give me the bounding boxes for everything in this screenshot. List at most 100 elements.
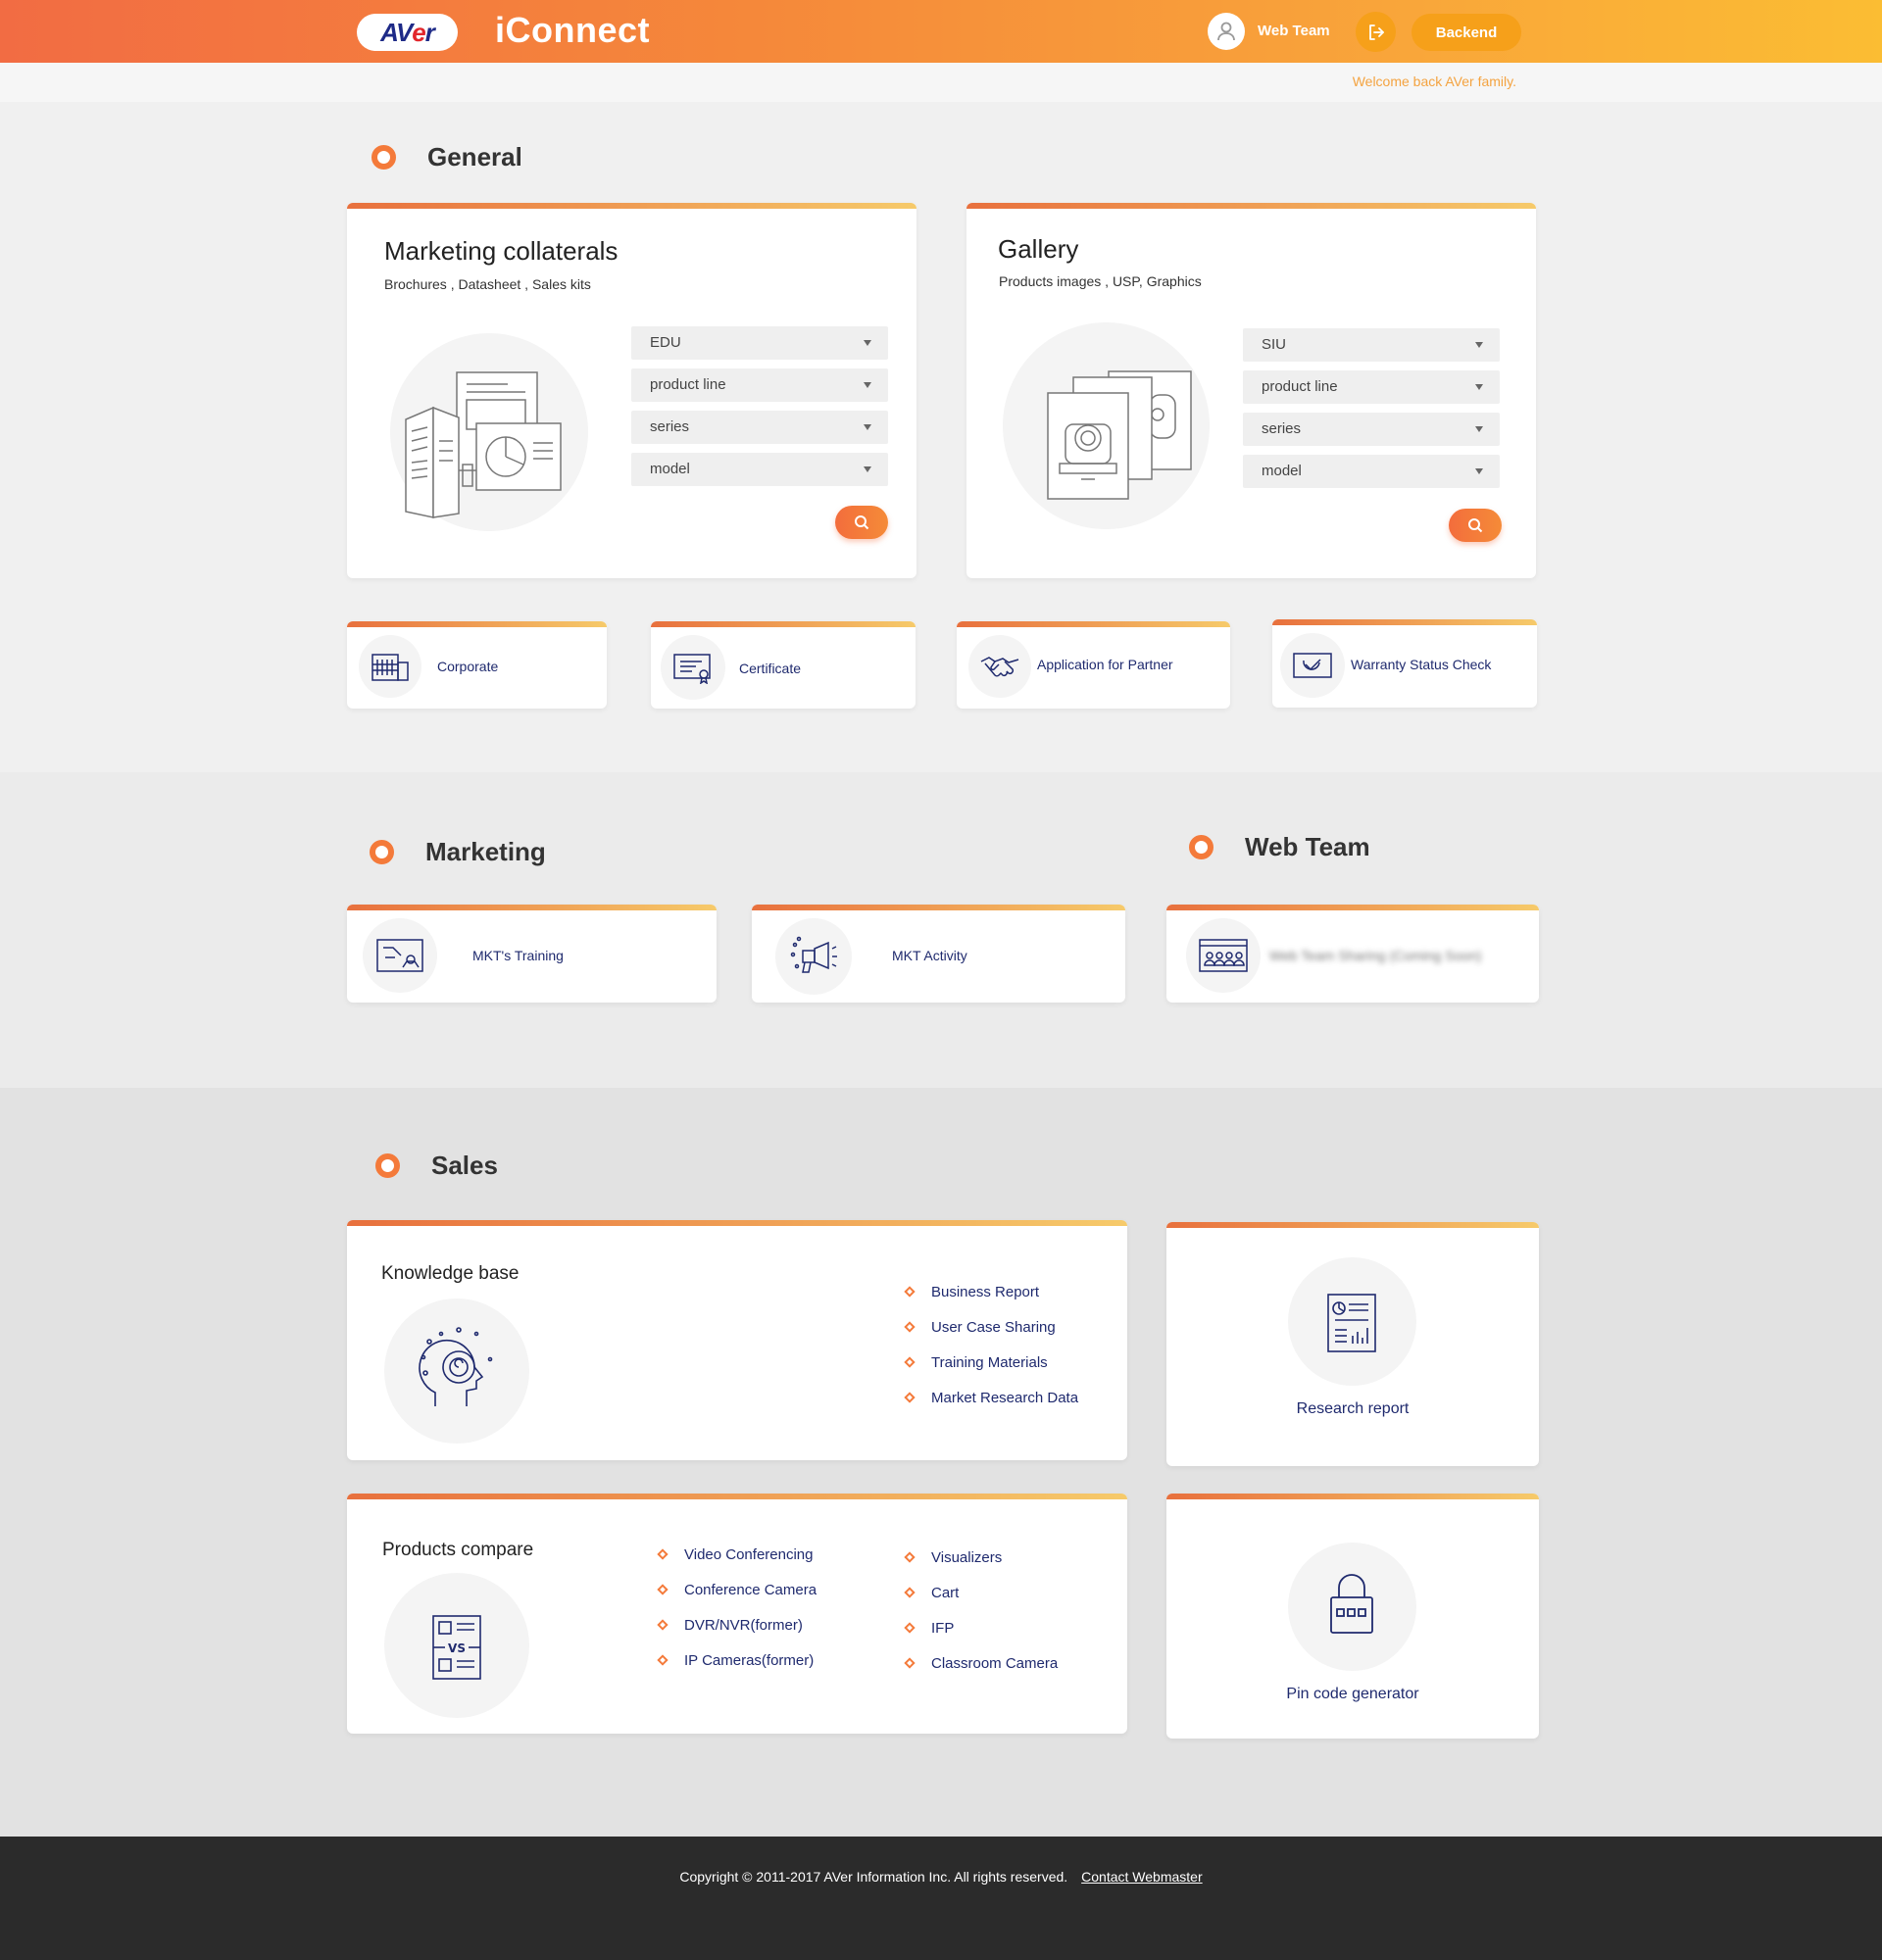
corporate-link-card[interactable]: Corporate bbox=[347, 621, 607, 709]
list-item-label: IFP bbox=[931, 1619, 955, 1637]
copyright-text: Copyright © 2011-2017 AVer Information I… bbox=[679, 1869, 1068, 1885]
list-item[interactable]: Classroom Camera bbox=[904, 1645, 1058, 1681]
building-icon-wrap bbox=[359, 635, 421, 698]
list-item-label: Visualizers bbox=[931, 1548, 1003, 1566]
contact-webmaster-link[interactable]: Contact Webmaster bbox=[1081, 1869, 1202, 1885]
list-item-label: Conference Camera bbox=[684, 1581, 817, 1598]
compare-list-col1: Video Conferencing Conference Camera DVR… bbox=[657, 1537, 817, 1678]
knowledge-base-list: Business Report User Case Sharing Traini… bbox=[904, 1274, 1078, 1415]
section-title: Sales bbox=[431, 1151, 498, 1180]
search-button[interactable] bbox=[1449, 509, 1502, 542]
list-item[interactable]: Market Research Data bbox=[904, 1380, 1078, 1415]
certificate-link-card[interactable]: Certificate bbox=[651, 621, 916, 709]
list-item-label: Market Research Data bbox=[931, 1389, 1079, 1406]
card-subtitle: Products images , USP, Graphics bbox=[999, 273, 1202, 289]
partner-application-link-card[interactable]: Application for Partner bbox=[957, 621, 1230, 709]
gallery-illustration bbox=[1003, 322, 1210, 529]
training-icon bbox=[376, 939, 423, 972]
list-item-label: IP Cameras(former) bbox=[684, 1651, 815, 1669]
general-heading: General bbox=[371, 142, 522, 172]
diamond-bullet-icon bbox=[904, 1392, 916, 1403]
sales-heading: Sales bbox=[375, 1151, 498, 1181]
series-select[interactable]: series bbox=[1243, 413, 1500, 446]
list-item[interactable]: DVR/NVR(former) bbox=[657, 1607, 817, 1642]
search-button[interactable] bbox=[835, 506, 888, 539]
logo-text-e: e bbox=[412, 17, 426, 47]
diamond-bullet-icon bbox=[904, 1551, 916, 1563]
list-item-label: DVR/NVR(former) bbox=[684, 1616, 803, 1634]
chevron-down-icon bbox=[864, 382, 871, 388]
select-value: SIU bbox=[1262, 336, 1287, 353]
mkt-training-link-card[interactable]: MKT's Training bbox=[347, 905, 717, 1003]
card-title: Marketing collaterals bbox=[384, 236, 619, 266]
list-item[interactable]: Training Materials bbox=[904, 1345, 1078, 1380]
general-section: General Marketing collaterals Brochures … bbox=[0, 102, 1882, 772]
logo-text-r: r bbox=[424, 17, 435, 47]
research-report-card[interactable]: Research report bbox=[1166, 1222, 1539, 1466]
handshake-icon-wrap bbox=[968, 635, 1031, 698]
list-item[interactable]: Visualizers bbox=[904, 1540, 1058, 1575]
link-label: Certificate bbox=[739, 661, 802, 676]
user-avatar[interactable] bbox=[1208, 13, 1245, 50]
list-item-label: Training Materials bbox=[931, 1353, 1048, 1371]
brain-head-icon bbox=[419, 1327, 493, 1406]
diamond-bullet-icon bbox=[657, 1619, 669, 1631]
marketing-section: Marketing Web Team MKT's Training MKT Ac… bbox=[0, 772, 1882, 1088]
link-label: MKT's Training bbox=[472, 948, 564, 963]
model-select[interactable]: model bbox=[1243, 455, 1500, 488]
diamond-bullet-icon bbox=[657, 1654, 669, 1666]
model-select[interactable]: model bbox=[631, 453, 888, 486]
app-title[interactable]: iConnect bbox=[495, 10, 650, 51]
user-name[interactable]: Web Team bbox=[1258, 23, 1330, 39]
card-title: Products compare bbox=[382, 1540, 534, 1560]
pin-code-card[interactable]: Pin code generator bbox=[1166, 1494, 1539, 1739]
link-label: MKT Activity bbox=[892, 948, 967, 963]
list-item[interactable]: Business Report bbox=[904, 1274, 1078, 1309]
section-dot-icon bbox=[371, 145, 396, 170]
footer-text: Copyright © 2011-2017 AVer Information I… bbox=[0, 1869, 1882, 1885]
diamond-bullet-icon bbox=[904, 1286, 916, 1298]
warranty-icon bbox=[1293, 653, 1332, 678]
report-illustration bbox=[1288, 1257, 1416, 1386]
logout-button[interactable] bbox=[1356, 12, 1396, 52]
brochure-icon bbox=[405, 371, 562, 518]
backend-button[interactable]: Backend bbox=[1412, 14, 1521, 51]
training-icon-wrap bbox=[363, 918, 437, 993]
link-label: Warranty Status Check bbox=[1351, 657, 1492, 672]
list-item[interactable]: IP Cameras(former) bbox=[657, 1642, 817, 1678]
versus-compare-icon: VS bbox=[432, 1615, 481, 1680]
section-dot-icon bbox=[370, 840, 394, 864]
welcome-bar: Welcome back AVer family. bbox=[0, 63, 1882, 102]
camera-gallery-icon bbox=[1047, 370, 1192, 500]
list-item[interactable]: Cart bbox=[904, 1575, 1058, 1610]
list-item-label: Video Conferencing bbox=[684, 1545, 814, 1563]
top-header: AV e r iConnect Web Team Backend bbox=[0, 0, 1882, 63]
warranty-check-link-card[interactable]: Warranty Status Check bbox=[1272, 619, 1537, 708]
select-value: series bbox=[650, 418, 690, 435]
building-icon bbox=[371, 654, 409, 681]
list-item-label: User Case Sharing bbox=[931, 1318, 1056, 1336]
list-item[interactable]: Conference Camera bbox=[657, 1572, 817, 1607]
diamond-bullet-icon bbox=[904, 1321, 916, 1333]
category-select[interactable]: SIU bbox=[1243, 328, 1500, 362]
link-label: Web Team Sharing (Coming Soon) bbox=[1269, 948, 1482, 963]
select-value: model bbox=[650, 461, 690, 477]
list-item[interactable]: Video Conferencing bbox=[657, 1537, 817, 1572]
product-line-select[interactable]: product line bbox=[631, 368, 888, 402]
mkt-activity-link-card[interactable]: MKT Activity bbox=[752, 905, 1125, 1003]
pin-illustration bbox=[1288, 1543, 1416, 1671]
webteam-sharing-link-card[interactable]: Web Team Sharing (Coming Soon) bbox=[1166, 905, 1539, 1003]
chevron-down-icon bbox=[864, 466, 871, 472]
list-item[interactable]: User Case Sharing bbox=[904, 1309, 1078, 1345]
logo-text-av: AV bbox=[380, 17, 413, 47]
certificate-icon bbox=[673, 654, 711, 684]
aver-logo[interactable]: AV e r bbox=[357, 14, 458, 51]
footer: Copyright © 2011-2017 AVer Information I… bbox=[0, 1837, 1882, 1960]
category-select[interactable]: EDU bbox=[631, 326, 888, 360]
product-line-select[interactable]: product line bbox=[1243, 370, 1500, 404]
compare-list-col2: Visualizers Cart IFP Classroom Camera bbox=[904, 1540, 1058, 1681]
series-select[interactable]: series bbox=[631, 411, 888, 444]
list-item-label: Cart bbox=[931, 1584, 960, 1601]
list-item[interactable]: IFP bbox=[904, 1610, 1058, 1645]
list-item-label: Classroom Camera bbox=[931, 1654, 1059, 1672]
